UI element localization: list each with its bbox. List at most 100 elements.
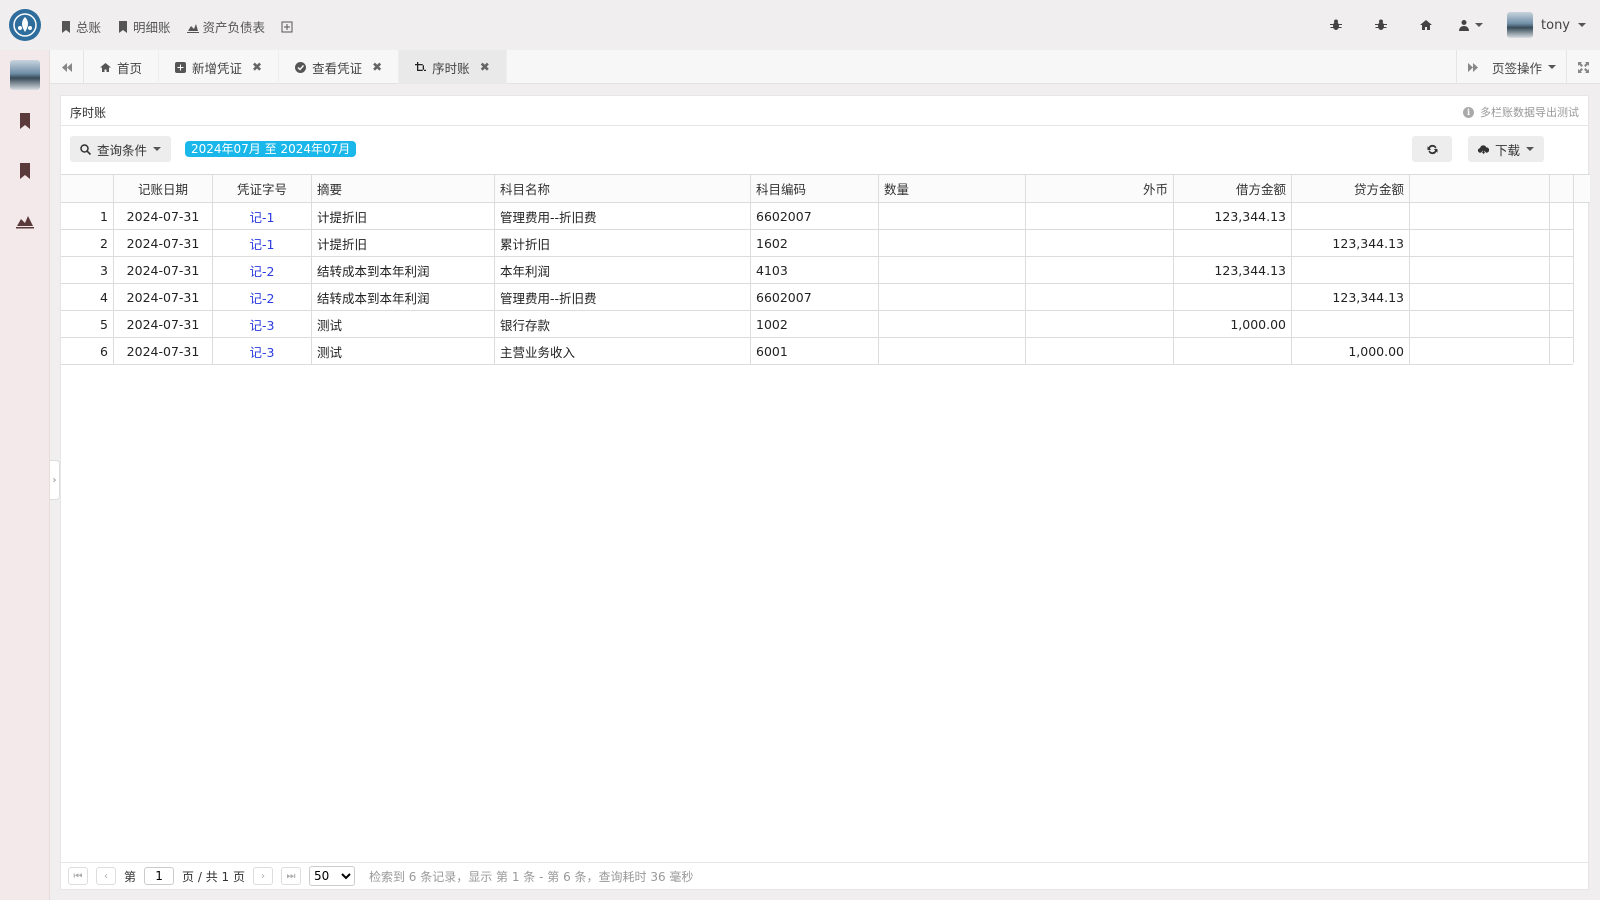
bug-icon[interactable]	[1358, 12, 1403, 38]
tab-new-voucher[interactable]: 新增凭证 ✖	[159, 50, 280, 84]
voucher-link[interactable]: 记-1	[213, 203, 312, 229]
voucher-link[interactable]: 记-3	[213, 311, 312, 337]
credit-cell: 123,344.13	[1292, 230, 1410, 256]
filler-cell	[1410, 230, 1550, 256]
query-conditions-button[interactable]: 查询条件	[70, 136, 172, 162]
plus-square-icon	[175, 61, 187, 73]
pager: ⏮ ‹ 第 页 / 共 1 页 › ⏭ 50 检索到 6 条记录，显示 第 1 …	[61, 862, 1588, 889]
bookmark-icon[interactable]	[16, 162, 34, 180]
area-chart-icon[interactable]	[16, 211, 34, 229]
table-row[interactable]: 3 2024-07-31 记-2 结转成本到本年利润 本年利润 4103 123,344.1…	[61, 257, 1573, 284]
row-number-cell: 2	[61, 230, 114, 256]
code-cell: 1602	[751, 230, 879, 256]
panel-header: 序时账 i 多栏账数据导出测试	[61, 96, 1588, 126]
download-button[interactable]: 下载	[1468, 136, 1545, 162]
download-label: 下载	[1495, 142, 1521, 158]
header-cell-summary[interactable]: 摘要	[312, 175, 495, 202]
top-right-tools: tony	[1313, 12, 1586, 38]
query-label: 查询条件	[97, 142, 148, 158]
page-ops-label: 页签操作	[1492, 60, 1543, 76]
header-cell-credit[interactable]: 贷方金额	[1292, 175, 1410, 202]
avatar[interactable]	[10, 60, 40, 90]
debit-cell: 1,000.00	[1174, 311, 1292, 337]
header-cell-quantity[interactable]: 数量	[879, 175, 1026, 202]
header-cell-voucher[interactable]: 凭证字号	[213, 175, 312, 202]
close-icon[interactable]: ✖	[372, 60, 382, 74]
voucher-link[interactable]: 记-3	[213, 338, 312, 364]
table-row[interactable]: 2 2024-07-31 记-1 计提折旧 累计折旧 1602 123,344.13	[61, 230, 1573, 257]
sidebar-toggle[interactable]: ›	[50, 460, 60, 500]
app-logo[interactable]	[9, 9, 41, 41]
tab-view-voucher[interactable]: 查看凭证 ✖	[279, 50, 400, 84]
bug-icon[interactable]	[1313, 12, 1358, 38]
foreign-currency-cell	[1026, 203, 1174, 229]
voucher-link[interactable]: 记-1	[213, 230, 312, 256]
tab-scroll-right-button[interactable]	[1456, 50, 1490, 84]
prev-page-button[interactable]: ‹	[96, 867, 116, 885]
fullscreen-button[interactable]	[1566, 50, 1600, 84]
panel-tip[interactable]: i 多栏账数据导出测试	[1463, 104, 1579, 120]
row-number-cell: 6	[61, 338, 114, 364]
close-icon[interactable]: ✖	[252, 60, 262, 74]
table-row[interactable]: 6 2024-07-31 记-3 测试 主营业务收入 6001 1,000.00	[61, 338, 1573, 365]
forward-icon	[1468, 62, 1478, 72]
bookmark-icon[interactable]	[16, 112, 34, 130]
tab-scroll-left-button[interactable]	[50, 50, 84, 84]
account-cell: 主营业务收入	[495, 338, 751, 364]
journal-table: 记账日期 凭证字号 摘要 科目名称 科目编码 数量 外币 借方金额 贷方金额 1…	[61, 174, 1573, 365]
topnav-add-button[interactable]	[281, 17, 293, 36]
header-cell-account[interactable]: 科目名称	[495, 175, 751, 202]
header-cell-code[interactable]: 科目编码	[751, 175, 879, 202]
date-cell: 2024-07-31	[114, 338, 213, 364]
voucher-link[interactable]: 记-2	[213, 284, 312, 310]
refresh-button[interactable]	[1412, 136, 1452, 162]
tab-home[interactable]: 首页	[84, 50, 160, 84]
header-cell-date[interactable]: 记账日期	[114, 175, 213, 202]
crop-icon	[415, 61, 427, 71]
page-number-input[interactable]	[144, 867, 175, 885]
table-scroll-header	[1574, 174, 1590, 203]
page-suffix: 页 / 共 1 页	[182, 869, 245, 884]
first-page-button[interactable]: ⏮	[68, 867, 88, 885]
tab-journal[interactable]: 序时账 ✖	[399, 50, 507, 84]
toolbar: 查询条件 2024年07月 至 2024年07月 下载	[61, 126, 1588, 174]
user-menu[interactable]: tony	[1507, 12, 1586, 38]
topnav-general-ledger[interactable]: 总账	[60, 17, 101, 36]
home-icon[interactable]	[1403, 12, 1448, 38]
voucher-link[interactable]: 记-2	[213, 257, 312, 283]
page-ops-dropdown[interactable]: 页签操作	[1492, 50, 1562, 84]
header-cell-debit[interactable]: 借方金额	[1174, 175, 1292, 202]
pager-info: 检索到 6 条记录，显示 第 1 条 - 第 6 条，查询耗时 36 毫秒	[368, 869, 694, 884]
account-cell: 累计折旧	[495, 230, 751, 256]
tab-bar: 首页 新增凭证 ✖ 查看凭证 ✖ 序时账 ✖ 页签操作	[50, 50, 1600, 84]
credit-cell	[1292, 203, 1410, 229]
chevron-down-icon	[1548, 65, 1557, 69]
foreign-currency-cell	[1026, 338, 1174, 364]
header-cell-foreign-currency[interactable]: 外币	[1026, 175, 1174, 202]
cloud-download-icon	[1478, 144, 1489, 154]
header-cell-filler	[1410, 175, 1550, 202]
close-icon[interactable]: ✖	[480, 60, 490, 74]
date-range-badge: 2024年07月 至 2024年07月	[185, 141, 357, 157]
next-page-button[interactable]: ›	[252, 867, 273, 885]
bookmark-icon	[62, 20, 70, 33]
topnav-label: 总账	[76, 20, 102, 35]
date-cell: 2024-07-31	[114, 284, 213, 310]
table-header: 记账日期 凭证字号 摘要 科目名称 科目编码 数量 外币 借方金额 贷方金额	[61, 174, 1573, 203]
credit-cell: 1,000.00	[1292, 338, 1410, 364]
date-cell: 2024-07-31	[114, 257, 213, 283]
topnav-balance-sheet[interactable]: 资产负债表	[186, 17, 265, 36]
page-title: 序时账	[70, 106, 107, 120]
topnav-detail-ledger[interactable]: 明细账	[117, 17, 171, 36]
table-row[interactable]: 1 2024-07-31 记-1 计提折旧 管理费用--折旧费 6602007 123,34…	[61, 203, 1573, 230]
quantity-cell	[879, 230, 1026, 256]
table-row[interactable]: 5 2024-07-31 记-3 测试 银行存款 1002 1,000.00	[61, 311, 1573, 338]
table-row[interactable]: 4 2024-07-31 记-2 结转成本到本年利润 管理费用--折旧费 6602007 1…	[61, 284, 1573, 311]
last-page-button[interactable]: ⏭	[280, 867, 301, 885]
debit-cell: 123,344.13	[1174, 203, 1292, 229]
page-size-select[interactable]: 50	[308, 866, 355, 886]
user-menu-icon[interactable]	[1448, 12, 1493, 38]
header-cell-row-number	[61, 175, 114, 202]
quantity-cell	[879, 284, 1026, 310]
avatar	[1507, 12, 1534, 38]
